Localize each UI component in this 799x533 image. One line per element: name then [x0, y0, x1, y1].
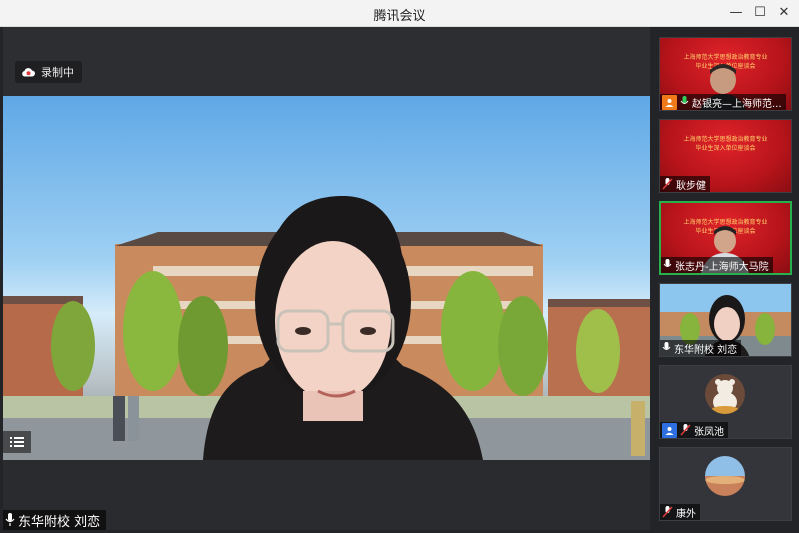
recording-label: 录制中	[41, 66, 74, 79]
meeting-window: 腾讯会议 — ☐ ✕ 录制中 东华附校 刘恋 上海师范大学思想政治教育专业 赵银…	[0, 0, 799, 533]
microphone-muted-icon	[662, 506, 673, 518]
main-video-area: 录制中 东华附校 刘恋	[3, 27, 650, 530]
user-badge-icon	[662, 422, 677, 438]
speaker-video-frame	[3, 196, 650, 460]
speaker-name-badge: 东华附校 刘恋	[3, 510, 107, 530]
banner-line-1: 上海师范大学思想政治教育专业	[683, 136, 768, 143]
participant-name: 张志丹-上海师大马院	[675, 261, 769, 273]
top-strip: 录制中	[3, 27, 650, 96]
participant-label: 张凤池	[660, 422, 728, 438]
participant-label: 张志丹-上海师大马院	[661, 257, 773, 273]
participant-sidebar: 上海师范大学思想政治教育专业 毕业生深入单位座谈会 赵银亮—上海师范...	[652, 27, 799, 533]
participant-tile[interactable]: 上海师范大学思想政治教育专业 毕业生深入单位座谈会 耿步健	[659, 119, 792, 193]
participant-name: 耿步健	[676, 180, 706, 192]
recording-indicator[interactable]: 录制中	[15, 61, 82, 83]
minimize-button[interactable]: —	[725, 3, 747, 23]
participant-label: 康外	[660, 504, 700, 520]
participant-name: 东华附校 刘恋	[674, 344, 738, 356]
participant-avatar	[705, 374, 745, 414]
participant-tile-active[interactable]: 上海师范大学思想政治教育专业 毕业生深入单位座谈会 张志丹-上海师大马院	[659, 201, 792, 275]
participant-label: 东华附校 刘恋	[660, 340, 742, 356]
maximize-button[interactable]: ☐	[749, 3, 771, 23]
microphone-icon	[5, 513, 15, 526]
microphone-muted-icon	[662, 178, 673, 190]
title-bar: 腾讯会议 — ☐ ✕	[0, 0, 799, 27]
participant-tile[interactable]: 上海师范大学思想政治教育专业 毕业生深入单位座谈会 赵银亮—上海师范...	[659, 37, 792, 111]
user-badge-icon	[662, 94, 677, 110]
member-list-button[interactable]	[3, 431, 31, 453]
list-icon	[10, 437, 24, 447]
window-title: 腾讯会议	[373, 9, 426, 24]
banner-line-2: 毕业生深入单位座谈会	[695, 145, 756, 152]
bottom-strip: 东华附校 刘恋	[3, 460, 650, 530]
speaker-video[interactable]	[3, 96, 650, 460]
participant-label: 耿步健	[660, 176, 710, 192]
speaker-name: 东华附校 刘恋	[18, 514, 101, 530]
microphone-muted-icon	[680, 424, 691, 436]
cloud-record-icon	[22, 68, 35, 77]
microphone-active-icon	[680, 96, 689, 104]
microphone-icon	[663, 259, 672, 267]
microphone-icon	[662, 342, 671, 350]
participant-avatar	[705, 456, 745, 496]
close-button[interactable]: ✕	[773, 3, 795, 23]
participant-tile[interactable]: 张凤池	[659, 365, 792, 439]
participant-name: 赵银亮—上海师范...	[692, 98, 782, 110]
participant-label: 赵银亮—上海师范...	[660, 94, 786, 110]
participant-name: 康外	[676, 508, 696, 520]
participant-tile[interactable]: 东华附校 刘恋	[659, 283, 792, 357]
participant-name: 张凤池	[694, 426, 724, 438]
participant-tile[interactable]: 康外	[659, 447, 792, 521]
